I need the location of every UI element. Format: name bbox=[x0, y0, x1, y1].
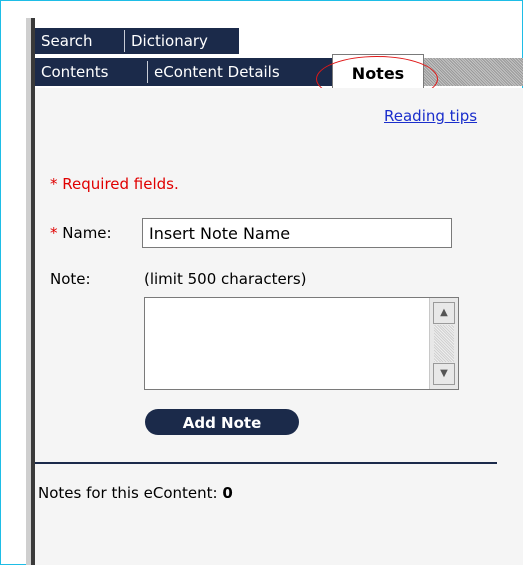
section-divider bbox=[35, 462, 497, 464]
scroll-up-arrow-icon[interactable]: ▲ bbox=[433, 302, 455, 324]
tab-search[interactable]: Search bbox=[35, 30, 124, 52]
tab-row-filler bbox=[424, 58, 523, 86]
tab-econtent-details[interactable]: eContent Details bbox=[148, 61, 333, 83]
note-textarea[interactable] bbox=[145, 298, 429, 389]
name-label-text: Name: bbox=[62, 224, 112, 242]
note-limit-hint: (limit 500 characters) bbox=[144, 270, 307, 288]
notes-count-label: Notes for this eContent: bbox=[38, 484, 218, 502]
note-textarea-box: ▲ ▼ bbox=[144, 297, 459, 390]
required-asterisk: * bbox=[50, 175, 58, 193]
note-name-input[interactable] bbox=[142, 218, 452, 248]
tab-contents[interactable]: Contents bbox=[35, 61, 147, 83]
required-asterisk: * bbox=[50, 224, 58, 242]
scroll-down-arrow-icon[interactable]: ▼ bbox=[433, 363, 455, 385]
scroll-track[interactable] bbox=[434, 325, 454, 362]
name-label: * Name: bbox=[50, 224, 112, 242]
required-fields-text: Required fields. bbox=[62, 175, 179, 193]
required-fields-note: * Required fields. bbox=[50, 175, 179, 193]
reading-tips-link[interactable]: Reading tips bbox=[384, 107, 477, 125]
add-note-button[interactable]: Add Note bbox=[145, 409, 299, 435]
note-scrollbar[interactable]: ▲ ▼ bbox=[429, 298, 458, 389]
notes-count-value: 0 bbox=[222, 484, 233, 502]
notes-count-text: Notes for this eContent: 0 bbox=[38, 484, 233, 502]
note-label: Note: bbox=[50, 270, 91, 288]
tab-dictionary[interactable]: Dictionary bbox=[125, 30, 239, 52]
